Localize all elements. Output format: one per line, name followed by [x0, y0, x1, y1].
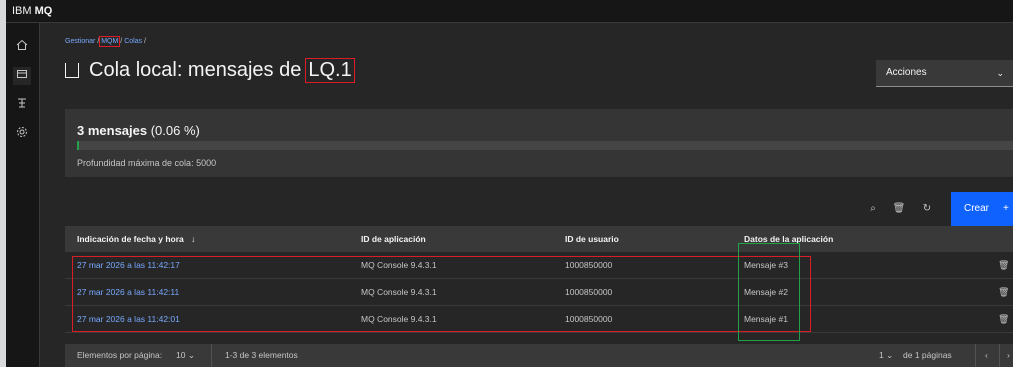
table-header: Indicación de fecha y hora ↓ ID de aplic…: [65, 226, 1013, 252]
top-header: IBM MQ: [6, 0, 1013, 23]
main-content: Gestionar / MQM / Colas / Cola local: me…: [40, 23, 1013, 367]
column-header-timestamp-label: Indicación de fecha y hora: [77, 234, 184, 244]
divider: [999, 344, 1000, 367]
local-queue-icon: [65, 63, 79, 78]
breadcrumb-separator: /: [97, 38, 100, 45]
highlight-data-column-box: [738, 243, 800, 341]
breadcrumb-gestionar[interactable]: Gestionar: [65, 38, 95, 45]
breadcrumb: Gestionar / MQM / Colas /: [65, 36, 146, 47]
app-brand[interactable]: IBM MQ: [12, 0, 52, 22]
total-pages-text: de 1 páginas: [903, 350, 952, 360]
highlight-rows-box: [72, 256, 811, 332]
page-select[interactable]: 1 ⌄: [879, 344, 893, 367]
settings-icon[interactable]: [13, 125, 31, 143]
previous-page-icon[interactable]: ‹: [985, 344, 988, 367]
chevron-down-icon: ⌄: [886, 350, 894, 360]
queue-manager-icon[interactable]: [13, 67, 31, 85]
actions-label: Acciones: [886, 67, 927, 78]
queue-depth-bar-fill: [77, 141, 79, 150]
search-icon[interactable]: ⌕: [861, 192, 885, 226]
items-range-text: 1-3 de 3 elementos: [225, 350, 298, 360]
queue-name: LQ.1: [305, 58, 355, 83]
refresh-icon[interactable]: ↻: [915, 192, 939, 226]
create-button[interactable]: Crear +: [951, 192, 1013, 226]
chevron-down-icon: ⌄: [187, 350, 195, 360]
page-title: Cola local: mensajes de LQ.1: [65, 58, 355, 83]
items-per-page-label: Elementos por página:: [77, 350, 163, 360]
sort-arrow-icon[interactable]: ↓: [191, 234, 195, 244]
breadcrumb-mqm[interactable]: MQM: [99, 36, 121, 47]
breadcrumb-separator: /: [120, 38, 123, 45]
table-toolbar: ⌕ 🗑 ↻ Crear +: [65, 192, 1013, 226]
trash-icon[interactable]: 🗑: [998, 252, 1009, 278]
queue-depth-bar: [77, 141, 1013, 150]
trash-icon[interactable]: 🗑: [998, 279, 1009, 305]
divider: [975, 344, 976, 367]
chevron-down-icon: ⌄: [996, 68, 1004, 78]
page-value: 1: [879, 350, 884, 360]
create-button-label: Crear: [964, 203, 990, 214]
items-per-page-value: 10: [176, 350, 186, 360]
trash-icon[interactable]: 🗑: [998, 306, 1009, 332]
items-per-page-select[interactable]: 10 ⌄: [176, 344, 195, 367]
queue-depth-card: 3 mensajes (0.06 %) Profundidad máxima d…: [65, 109, 1013, 177]
message-count-value: 3 mensajes: [77, 123, 148, 138]
channel-icon[interactable]: [13, 96, 31, 114]
column-header-user-id: ID de usuario: [565, 234, 619, 244]
actions-dropdown[interactable]: Acciones ⌄: [876, 60, 1013, 87]
app-window: IBM MQ Gestionar / MQM / Colas / Cola lo…: [6, 0, 1013, 367]
delete-all-icon[interactable]: 🗑: [887, 192, 911, 226]
breadcrumb-colas[interactable]: Colas: [124, 38, 142, 45]
side-nav: [6, 23, 40, 367]
home-icon[interactable]: [13, 38, 31, 56]
divider: [211, 344, 212, 367]
breadcrumb-separator: /: [144, 38, 146, 45]
max-depth-label: Profundidad máxima de cola: 5000: [77, 158, 217, 168]
message-count-percent: (0.06 %): [147, 123, 200, 138]
message-count: 3 mensajes (0.06 %): [77, 123, 200, 138]
column-header-app-id: ID de aplicación: [361, 234, 426, 244]
page-title-text: Cola local: mensajes de: [89, 59, 302, 81]
brand-name: MQ: [34, 5, 53, 17]
pagination-bar: Elementos por página: 10 ⌄ 1-3 de 3 elem…: [65, 344, 1013, 367]
brand-prefix: IBM: [12, 5, 32, 17]
column-header-timestamp[interactable]: Indicación de fecha y hora ↓: [77, 226, 195, 252]
plus-icon: +: [1003, 203, 1009, 214]
next-page-icon[interactable]: ›: [1007, 344, 1010, 367]
